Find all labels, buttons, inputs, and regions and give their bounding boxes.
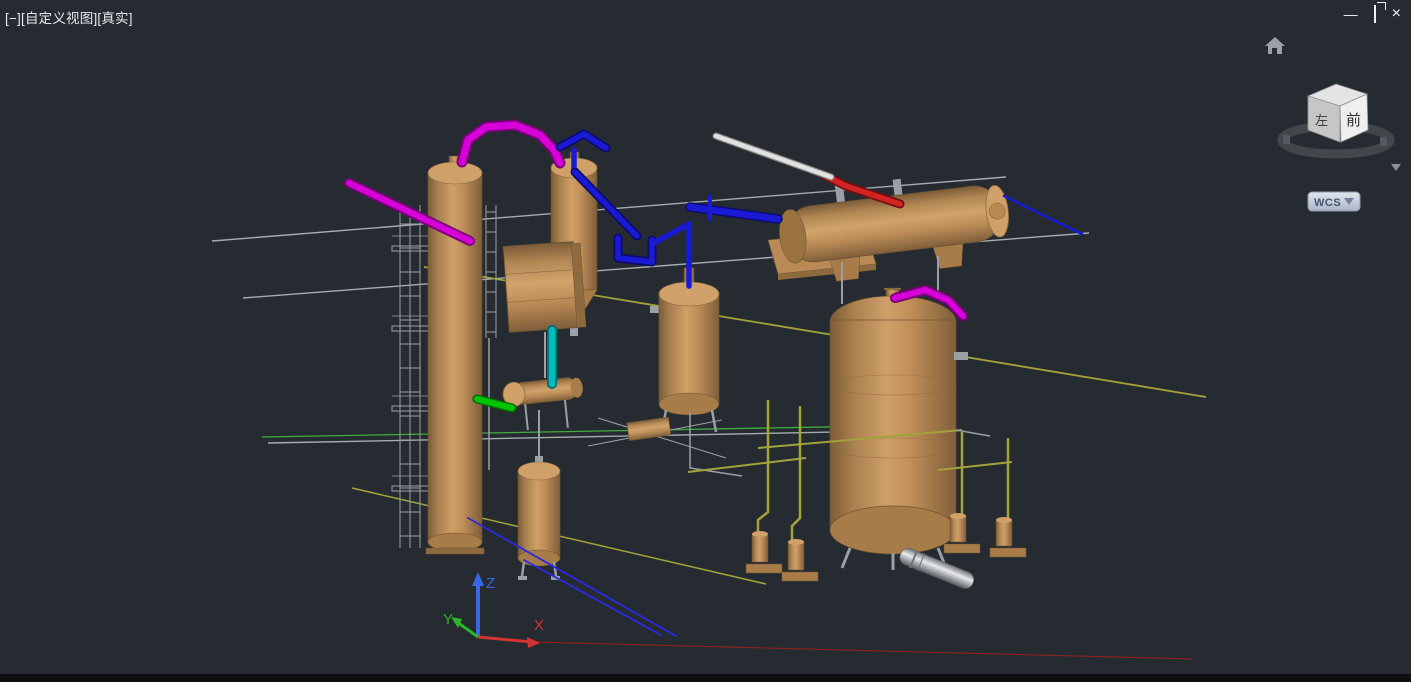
wcs-dropdown[interactable]: WCS <box>1307 191 1361 212</box>
y-axis <box>456 620 479 639</box>
small-vessel[interactable] <box>517 410 561 580</box>
viewcube-menu-arrow[interactable] <box>1391 164 1401 171</box>
compass-label-west[interactable] <box>1283 135 1290 144</box>
distillation-column[interactable] <box>425 155 485 555</box>
pump-group-right[interactable] <box>943 513 1027 558</box>
minimize-button[interactable]: — <box>1344 6 1358 22</box>
window-controls: — × <box>1344 2 1401 23</box>
cad-application-window: [−][自定义视图][真实] — × Z X Y 左 前 WCS <box>0 0 1411 682</box>
viewcube[interactable]: 左 前 <box>1277 83 1395 159</box>
viewcube-left-label[interactable]: 左 <box>1315 113 1328 128</box>
mid-vessel[interactable] <box>650 267 743 477</box>
viewcube-home[interactable] <box>1265 37 1285 54</box>
restore-icon <box>1373 2 1386 23</box>
exchanger-box[interactable] <box>502 241 587 333</box>
skid-unit[interactable] <box>626 416 672 442</box>
white-pipe[interactable] <box>712 132 835 181</box>
wcs-label: WCS <box>1314 197 1341 209</box>
bottom-edge-bar <box>0 674 1411 682</box>
x-axis-extension <box>532 641 1193 660</box>
close-button[interactable]: × <box>1392 6 1401 22</box>
view-name-menu[interactable]: [自定义视图] <box>21 11 97 26</box>
visual-style-menu[interactable]: [真实] <box>97 11 132 26</box>
restore-button[interactable] <box>1373 2 1386 23</box>
viewport-canvas[interactable]: Z X Y 左 前 WCS <box>0 0 1411 682</box>
y-axis-label: Y <box>443 611 453 628</box>
x-axis-label: X <box>534 617 544 634</box>
viewcube-front-label[interactable]: 前 <box>1346 112 1361 129</box>
x-axis-arrow <box>527 637 540 648</box>
ucs-icon: Z X Y <box>443 572 1193 660</box>
z-axis-arrow <box>472 572 484 586</box>
x-axis <box>477 635 533 644</box>
large-tank[interactable] <box>829 287 968 570</box>
pump-group-left[interactable] <box>745 531 819 582</box>
z-axis-label: Z <box>486 575 495 592</box>
compass-label-east[interactable] <box>1380 137 1387 146</box>
viewport-label: [−][自定义视图][真实] <box>5 7 133 27</box>
viewport-controls-menu[interactable]: [−] <box>5 11 21 26</box>
